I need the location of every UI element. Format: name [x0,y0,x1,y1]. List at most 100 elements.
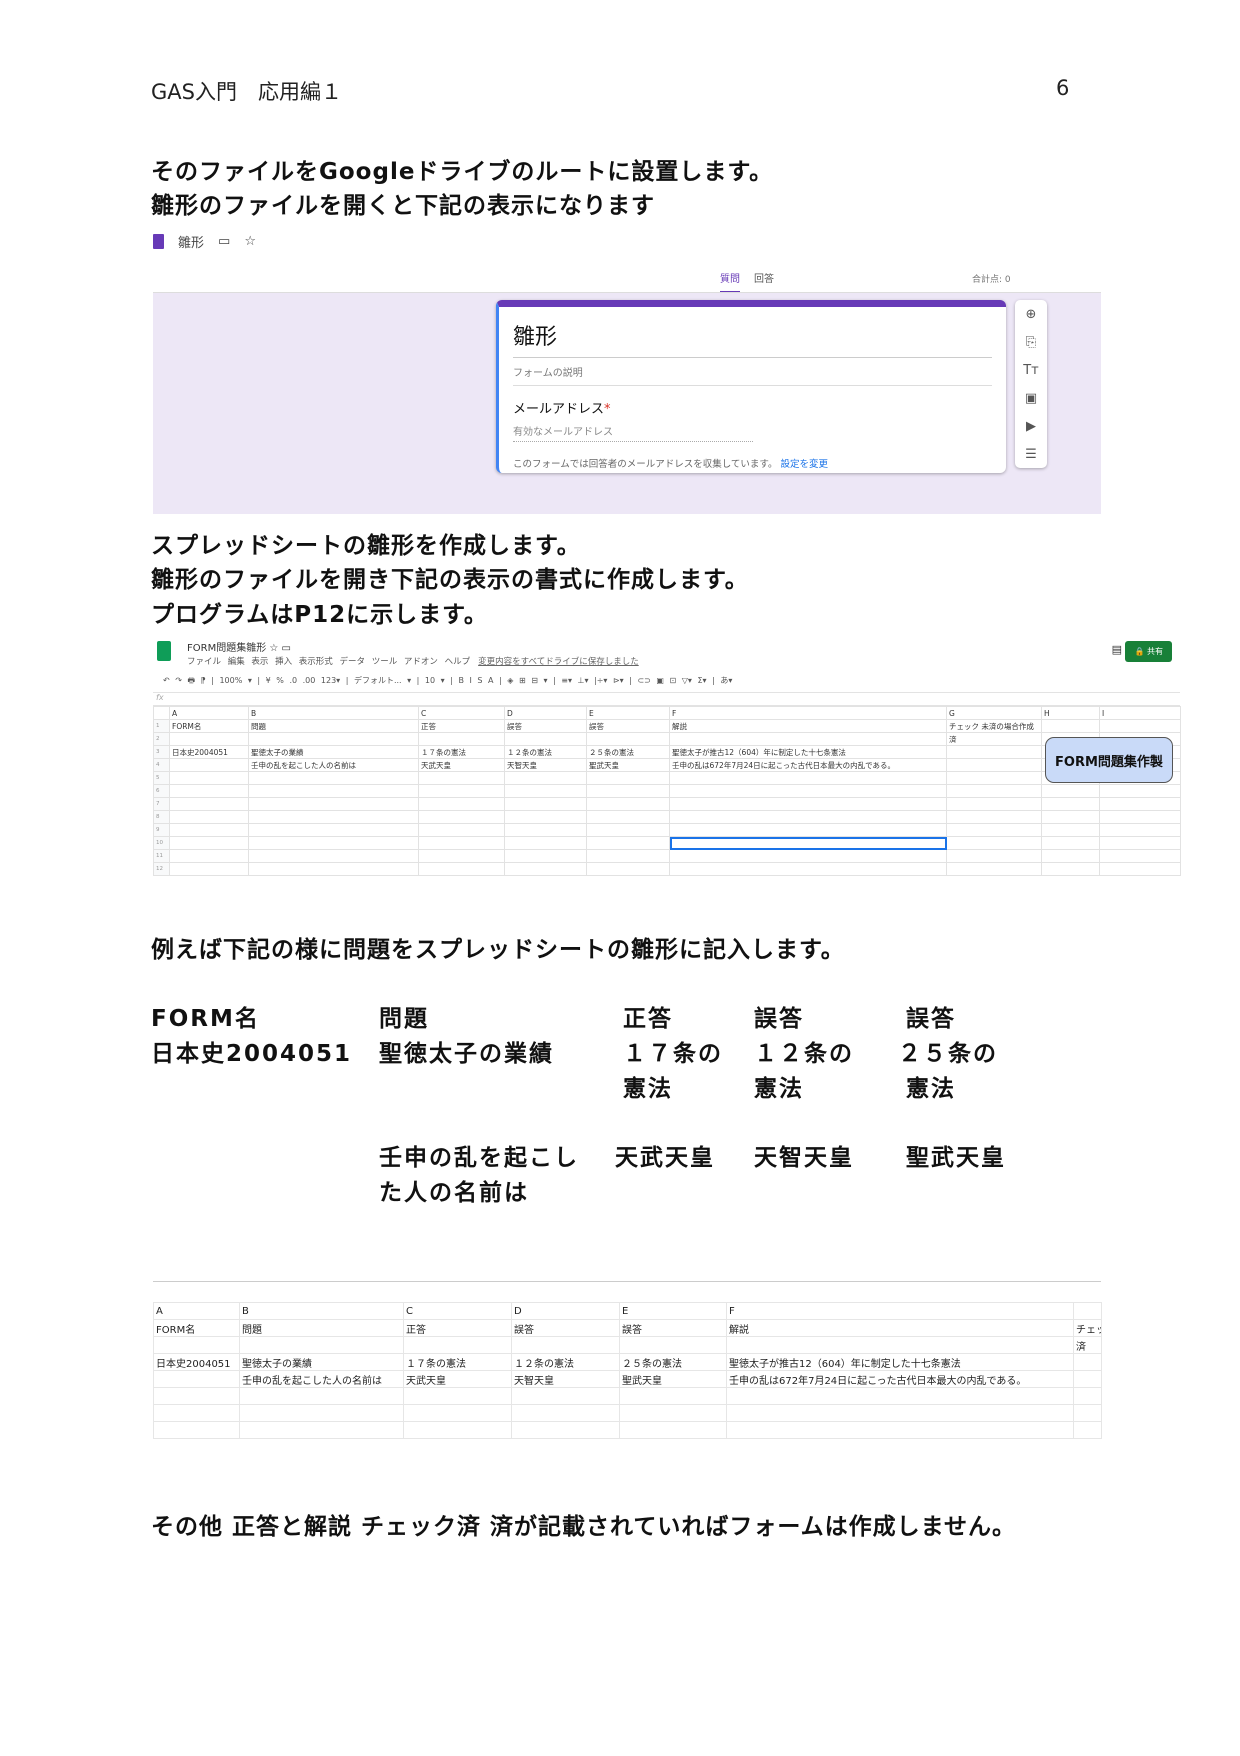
cell[interactable] [726,1404,1074,1422]
row-number[interactable]: 11 [153,849,170,863]
column-header[interactable]: E [619,1302,727,1320]
cell[interactable] [239,1387,404,1405]
cell[interactable] [169,836,249,850]
cell[interactable] [248,771,419,785]
cell[interactable]: 解説 [669,719,947,733]
cell[interactable] [946,836,1042,850]
column-header[interactable]: G [946,706,1042,720]
cell[interactable] [1073,1387,1102,1405]
cell[interactable] [586,823,670,837]
cell[interactable]: チェッ [1073,1319,1102,1337]
cell[interactable] [586,732,670,746]
cell[interactable] [248,797,419,811]
change-settings-link[interactable]: 設定を変更 [781,459,829,470]
cell[interactable] [586,771,670,785]
cell[interactable]: 済 [946,732,1042,746]
cell[interactable] [169,862,249,876]
cell[interactable] [946,758,1042,772]
cell[interactable] [726,1387,1074,1405]
column-header[interactable]: B [248,706,419,720]
cell[interactable] [946,823,1042,837]
cell[interactable]: 聖徳太子が推古12（604）年に制定した十七条憲法 [726,1353,1074,1371]
cell[interactable] [619,1404,727,1422]
column-header[interactable]: E [586,706,670,720]
cell[interactable]: 壬申の乱を起こした人の名前は [248,758,419,772]
cell[interactable] [504,849,587,863]
row-number[interactable]: 12 [153,862,170,876]
cell[interactable]: 壬申の乱を起こした人の名前は [239,1370,404,1388]
cell[interactable] [1073,1370,1102,1388]
cell[interactable]: 壬申の乱は672年7月24日に起こった古代日本最大の内乱である。 [669,758,947,772]
row-number[interactable]: 5 [153,771,170,785]
add-video-icon[interactable]: ▶ [1026,419,1036,434]
column-header[interactable]: A [169,706,249,720]
cell[interactable] [669,823,947,837]
cell[interactable] [418,823,505,837]
add-title-icon[interactable]: Tт [1023,363,1039,378]
cell[interactable] [169,784,249,798]
row-number[interactable]: 9 [153,823,170,837]
column-header[interactable]: F [669,706,947,720]
cell[interactable]: FORM名 [169,719,249,733]
cell[interactable] [504,823,587,837]
tab-questions[interactable]: 質問 [720,270,740,294]
cell[interactable] [1073,1421,1102,1439]
row-number[interactable]: 4 [153,758,170,772]
cell[interactable] [504,810,587,824]
cell[interactable] [504,784,587,798]
cell[interactable] [248,862,419,876]
cell[interactable] [586,862,670,876]
cell[interactable]: 誤答 [586,719,670,733]
cell[interactable] [1099,719,1181,733]
cell[interactable]: 正答 [403,1319,512,1337]
cell[interactable] [403,1387,512,1405]
cell[interactable] [946,810,1042,824]
cell[interactable] [153,1387,240,1405]
column-header[interactable]: D [511,1302,620,1320]
cell[interactable] [946,862,1042,876]
toolbar[interactable]: ↶ ↷ 🖶 ⁋ | 100% ▾ | ¥ % .0 .00 123▾ | デフォ… [163,675,732,689]
cell[interactable] [239,1421,404,1439]
cell[interactable] [504,732,587,746]
star-icon[interactable]: ☆ [244,234,256,249]
star-icon[interactable]: ☆ [269,643,278,654]
cell[interactable] [153,1370,240,1388]
cell[interactable] [169,771,249,785]
cell[interactable] [403,1421,512,1439]
cell[interactable] [511,1336,620,1354]
cell[interactable]: 壬申の乱は672年7月24日に起こった古代日本最大の内乱である。 [726,1370,1074,1388]
cell[interactable] [504,862,587,876]
cell[interactable]: 誤答 [504,719,587,733]
cell[interactable] [153,1336,240,1354]
cell[interactable] [504,771,587,785]
cell[interactable] [1041,823,1100,837]
folder-icon[interactable]: ▭ [282,643,291,654]
cell[interactable]: 聖徳太子が推古12（604）年に制定した十七条憲法 [669,745,947,759]
email-placeholder[interactable]: 有効なメールアドレス [513,423,753,442]
share-button[interactable]: 🔒 共有 [1125,641,1172,662]
cell[interactable] [586,784,670,798]
column-header[interactable]: D [504,706,587,720]
cell[interactable] [418,771,505,785]
cell[interactable]: 聖武天皇 [586,758,670,772]
column-header[interactable] [153,706,170,720]
cell[interactable]: 日本史2004051 [153,1353,240,1371]
cell[interactable] [511,1421,620,1439]
cell[interactable] [1041,797,1100,811]
cell[interactable] [418,836,505,850]
cell[interactable]: 問題 [239,1319,404,1337]
add-question-icon[interactable]: ⊕ [1026,307,1037,322]
cell[interactable] [586,810,670,824]
cell[interactable] [669,771,947,785]
cell[interactable] [418,784,505,798]
cell[interactable]: １７条の憲法 [403,1353,512,1371]
cell[interactable] [1073,1404,1102,1422]
cell[interactable] [1099,823,1181,837]
cell[interactable] [586,836,670,850]
row-number[interactable]: 2 [153,732,170,746]
comment-icon[interactable]: ▤ [1112,643,1122,656]
cell[interactable] [946,745,1042,759]
cell[interactable] [946,771,1042,785]
cell[interactable] [169,732,249,746]
cell[interactable] [1073,1353,1102,1371]
